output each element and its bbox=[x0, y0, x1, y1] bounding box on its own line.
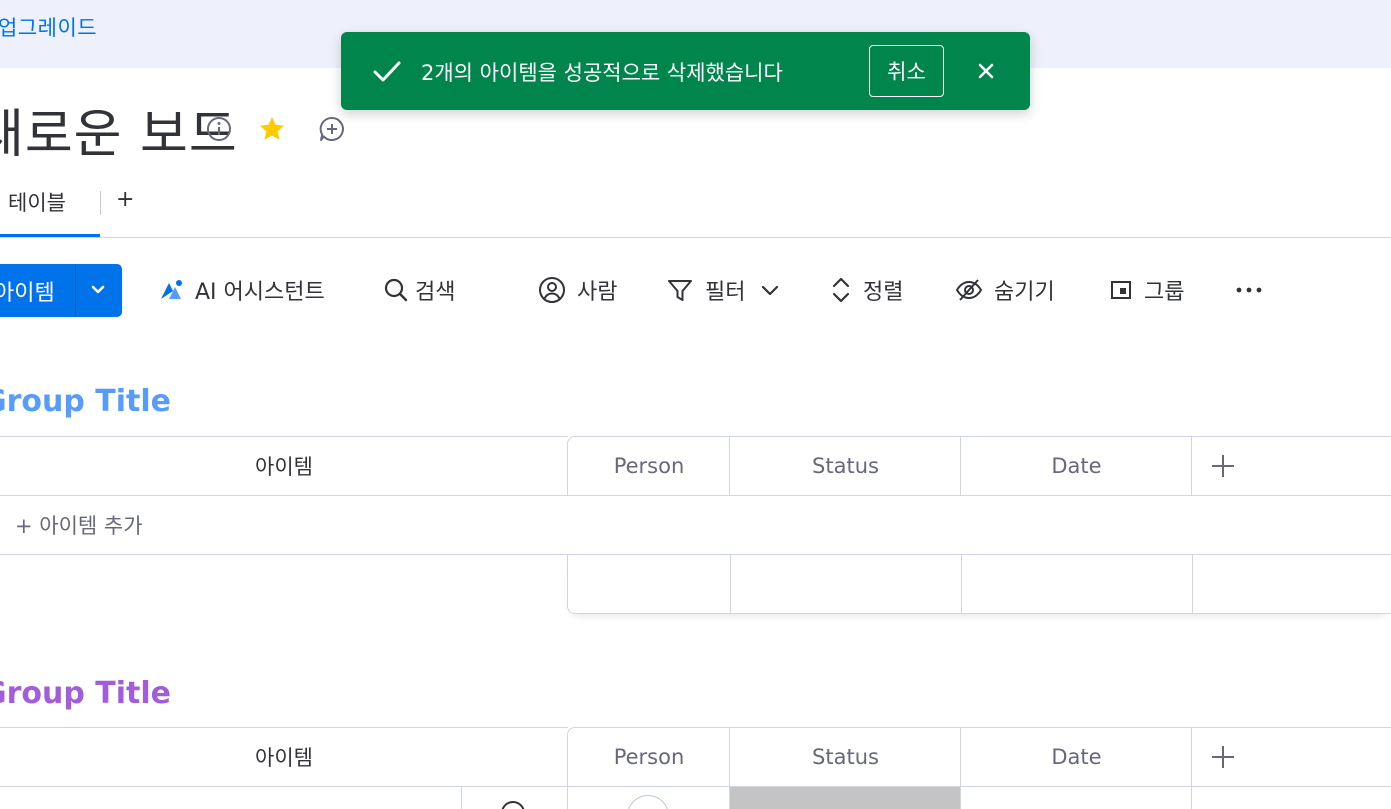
column-header-person[interactable]: Person bbox=[567, 727, 730, 787]
summary-cell bbox=[961, 555, 962, 613]
new-item-label: 아이템 bbox=[0, 281, 55, 306]
tab-table[interactable]: 테이블 bbox=[8, 187, 66, 217]
add-column-button[interactable] bbox=[1191, 436, 1391, 496]
filter-label: 필터 bbox=[705, 280, 746, 305]
search-icon bbox=[384, 278, 408, 302]
group-by-button[interactable]: 그룹 bbox=[1108, 272, 1184, 308]
add-column-button[interactable] bbox=[1191, 727, 1391, 787]
column-header-date[interactable]: Date bbox=[960, 727, 1192, 787]
view-tabs: 테이블 + bbox=[0, 175, 1391, 238]
hide-columns-button[interactable]: 숨기기 bbox=[954, 272, 1055, 308]
item-updates-icon[interactable] bbox=[499, 799, 527, 809]
group-icon bbox=[1111, 281, 1131, 299]
person-cell[interactable] bbox=[567, 787, 730, 809]
summary-cell bbox=[730, 555, 731, 613]
ai-assistant-label: AI 어시스턴트 bbox=[195, 280, 325, 305]
sort-icon bbox=[832, 277, 850, 303]
person-filter-button[interactable]: 사람 bbox=[537, 272, 617, 308]
ai-sparkle-icon bbox=[161, 280, 182, 299]
toast-message: 2개의 아이템을 성공적으로 삭제했습니다 bbox=[421, 61, 783, 85]
check-icon bbox=[371, 57, 403, 89]
board-title[interactable]: 새로운 보드 bbox=[0, 92, 238, 167]
search-label: 검색 bbox=[415, 280, 456, 305]
close-icon[interactable] bbox=[969, 54, 1003, 88]
chevron-down-icon[interactable] bbox=[759, 279, 781, 301]
info-icon[interactable] bbox=[205, 115, 233, 143]
person-label: 사람 bbox=[577, 280, 618, 305]
eye-hidden-icon bbox=[955, 279, 983, 301]
filter-button[interactable]: 필터 bbox=[665, 272, 791, 308]
sort-button[interactable]: 정렬 bbox=[829, 272, 903, 308]
group-label: 그룹 bbox=[1144, 280, 1185, 305]
search-button[interactable]: 검색 bbox=[383, 272, 455, 308]
status-cell[interactable] bbox=[729, 787, 961, 809]
row-divider bbox=[461, 787, 462, 809]
group-title[interactable]: Group Title bbox=[0, 384, 171, 419]
sort-label: 정렬 bbox=[863, 280, 904, 305]
column-header-status[interactable]: Status bbox=[729, 727, 961, 787]
success-toast: 2개의 아이템을 성공적으로 삭제했습니다 취소 bbox=[341, 32, 1030, 110]
upgrade-link[interactable]: 업그레이드 bbox=[0, 12, 97, 42]
summary-cell bbox=[1192, 555, 1193, 613]
group-title[interactable]: Group Title bbox=[0, 676, 171, 711]
undo-button[interactable]: 취소 bbox=[869, 45, 944, 97]
filter-icon bbox=[668, 280, 692, 301]
add-update-icon[interactable] bbox=[316, 113, 348, 145]
avatar bbox=[627, 795, 669, 809]
column-header-status[interactable]: Status bbox=[729, 436, 961, 496]
hide-label: 숨기기 bbox=[994, 280, 1055, 305]
ai-assistant-button[interactable]: AI 어시스턴트 bbox=[157, 272, 325, 308]
date-cell[interactable] bbox=[960, 787, 1192, 809]
button-divider bbox=[75, 264, 76, 317]
more-dots-icon bbox=[1236, 287, 1262, 293]
person-icon bbox=[539, 277, 565, 303]
favorite-star-icon[interactable] bbox=[256, 113, 288, 145]
new-item-button[interactable]: 아이템 bbox=[0, 264, 122, 317]
table-row[interactable] bbox=[0, 787, 1391, 809]
active-tab-indicator bbox=[0, 234, 100, 237]
tab-divider bbox=[100, 191, 101, 215]
plus-icon bbox=[1212, 455, 1234, 477]
plus-icon bbox=[1212, 746, 1234, 768]
chevron-down-icon[interactable] bbox=[88, 279, 108, 303]
column-header-date[interactable]: Date bbox=[960, 436, 1192, 496]
more-options-button[interactable] bbox=[1235, 272, 1273, 308]
column-header-item[interactable]: 아이템 bbox=[0, 436, 568, 496]
column-header-item[interactable]: 아이템 bbox=[0, 727, 568, 787]
add-item-row[interactable]: + 아이템 추가 bbox=[0, 496, 1391, 555]
summary-row bbox=[567, 555, 1391, 614]
add-item-input[interactable]: + 아이템 추가 bbox=[15, 510, 143, 540]
add-view-button[interactable]: + bbox=[116, 187, 134, 212]
column-header-person[interactable]: Person bbox=[567, 436, 730, 496]
